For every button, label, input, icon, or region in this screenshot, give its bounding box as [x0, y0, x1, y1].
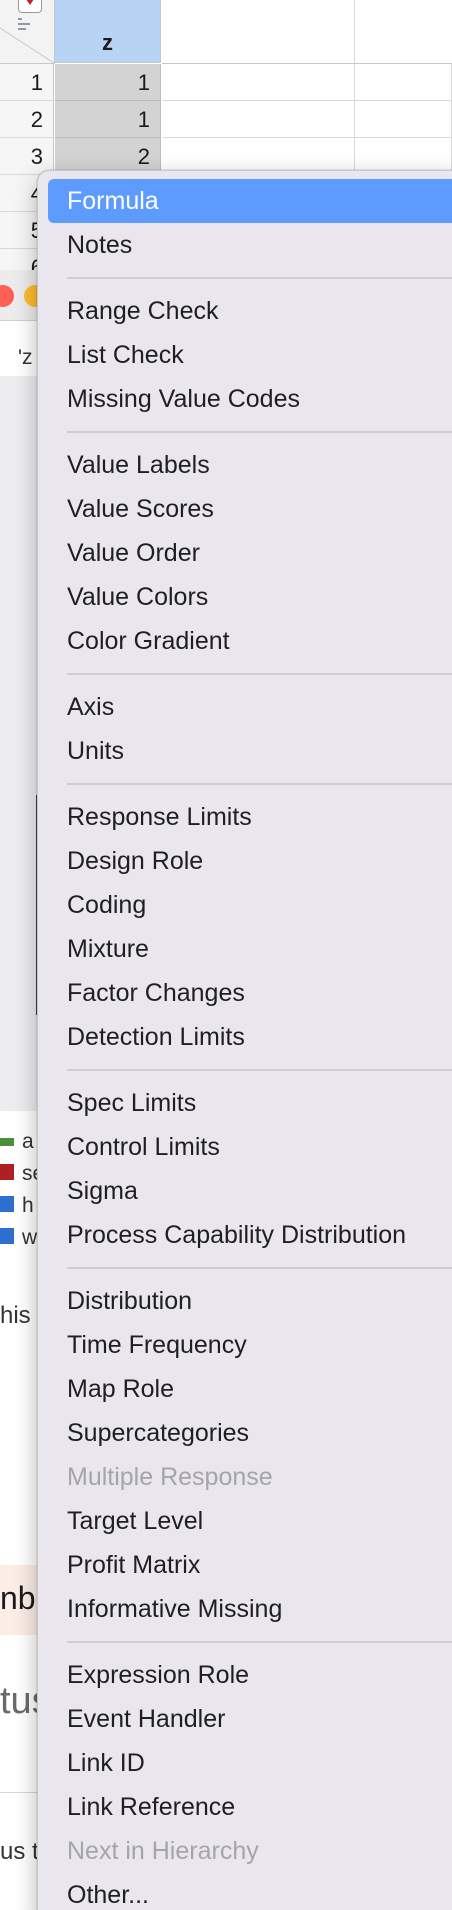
- menu-item-factor-changes[interactable]: Factor Changes: [38, 971, 452, 1015]
- menu-separator: [38, 1631, 452, 1653]
- legend-swatch-icon: [0, 1138, 14, 1146]
- menu-item-detection-limits[interactable]: Detection Limits: [38, 1015, 452, 1059]
- background-text-fragment: his: [0, 1302, 31, 1329]
- row-number[interactable]: 1: [0, 64, 54, 101]
- menu-item-other[interactable]: Other...: [38, 1873, 452, 1910]
- table-menu-icon[interactable]: [18, 0, 42, 13]
- menu-item-link-reference[interactable]: Link Reference: [38, 1785, 452, 1829]
- menu-item-value-scores[interactable]: Value Scores: [38, 487, 452, 531]
- background-label-fragment: 'z: [18, 346, 33, 369]
- background-text-fragment: us t: [0, 1838, 39, 1865]
- empty-cell[interactable]: [355, 64, 452, 101]
- screen: z 112132456 'z a se h w his nbe tus us t…: [0, 0, 452, 1910]
- menu-item-notes[interactable]: Notes: [38, 223, 452, 267]
- menu-item-mixture[interactable]: Mixture: [38, 927, 452, 971]
- row-number[interactable]: 2: [0, 101, 54, 138]
- empty-column-header[interactable]: [162, 0, 355, 64]
- menu-separator: [38, 773, 452, 795]
- menu-item-sigma[interactable]: Sigma: [38, 1169, 452, 1213]
- empty-cell[interactable]: [162, 64, 355, 101]
- menu-item-value-labels[interactable]: Value Labels: [38, 443, 452, 487]
- empty-cell[interactable]: [355, 101, 452, 138]
- cell-z[interactable]: 1: [55, 101, 161, 138]
- menu-item-multiple-response: Multiple Response: [67, 1463, 273, 1491]
- menu-item-value-order[interactable]: Value Order: [38, 531, 452, 575]
- empty-cell[interactable]: [162, 101, 355, 138]
- menu-item-design-role[interactable]: Design Role: [38, 839, 452, 883]
- menu-item-color-gradient[interactable]: Color Gradient: [38, 619, 452, 663]
- menu-item-profit-matrix[interactable]: Profit Matrix: [38, 1543, 452, 1587]
- menu-separator: [38, 1257, 452, 1279]
- menu-item-list: Formula Notes Range Check List Check Missing…: [38, 179, 452, 1910]
- menu-separator: [38, 267, 452, 289]
- legend-label-fragment: a: [22, 1130, 34, 1153]
- legend-swatch-icon: [0, 1164, 14, 1180]
- menu-item-informative-missing[interactable]: Informative Missing: [38, 1587, 452, 1631]
- column-header-z[interactable]: z: [55, 0, 161, 63]
- menu-item-spec-limits[interactable]: Spec Limits: [38, 1081, 452, 1125]
- menu-item-time-frequency[interactable]: Time Frequency: [38, 1323, 452, 1367]
- menu-item-target-level[interactable]: Target Level: [38, 1499, 452, 1543]
- menu-item-formula[interactable]: Formula: [48, 179, 452, 223]
- menu-separator: [38, 663, 452, 685]
- row-selection-icon[interactable]: [18, 16, 36, 32]
- menu-separator: [38, 421, 452, 443]
- menu-item-process-capability-distribution[interactable]: Process Capability Distribution: [38, 1213, 452, 1257]
- table-row[interactable]: 11: [0, 64, 452, 101]
- menu-item-next-in-hierarchy: Next in Hierarchy: [67, 1837, 259, 1865]
- table-corner[interactable]: [0, 0, 55, 64]
- menu-item-map-role[interactable]: Map Role: [38, 1367, 452, 1411]
- menu-item-distribution[interactable]: Distribution: [38, 1279, 452, 1323]
- legend-swatch-icon: [0, 1196, 14, 1212]
- menu-item-response-limits[interactable]: Response Limits: [38, 795, 452, 839]
- legend-label-fragment: h: [22, 1194, 34, 1217]
- column-properties-menu: Formula Notes Range Check List Check Missing…: [37, 170, 452, 1910]
- menu-item-supercategories[interactable]: Supercategories: [38, 1411, 452, 1455]
- legend-swatch-icon: [0, 1228, 14, 1244]
- menu-item-coding[interactable]: Coding: [38, 883, 452, 927]
- menu-item-event-handler[interactable]: Event Handler: [38, 1697, 452, 1741]
- menu-item-axis[interactable]: Axis: [38, 685, 452, 729]
- menu-item-control-limits[interactable]: Control Limits: [38, 1125, 452, 1169]
- menu-item-range-check[interactable]: Range Check: [38, 289, 452, 333]
- menu-item-expression-role[interactable]: Expression Role: [38, 1653, 452, 1697]
- background-panel: [0, 376, 40, 1111]
- menu-item-list-check[interactable]: List Check: [38, 333, 452, 377]
- menu-item-link-id[interactable]: Link ID: [38, 1741, 452, 1785]
- legend-label-fragment: w: [22, 1226, 38, 1249]
- menu-item-missing-value-codes[interactable]: Missing Value Codes: [38, 377, 452, 421]
- menu-item-units[interactable]: Units: [38, 729, 452, 773]
- menu-item-value-colors[interactable]: Value Colors: [38, 575, 452, 619]
- table-row[interactable]: 21: [0, 101, 452, 138]
- menu-separator: [38, 1059, 452, 1081]
- empty-column-header[interactable]: [355, 0, 452, 64]
- cell-z[interactable]: 1: [55, 64, 161, 101]
